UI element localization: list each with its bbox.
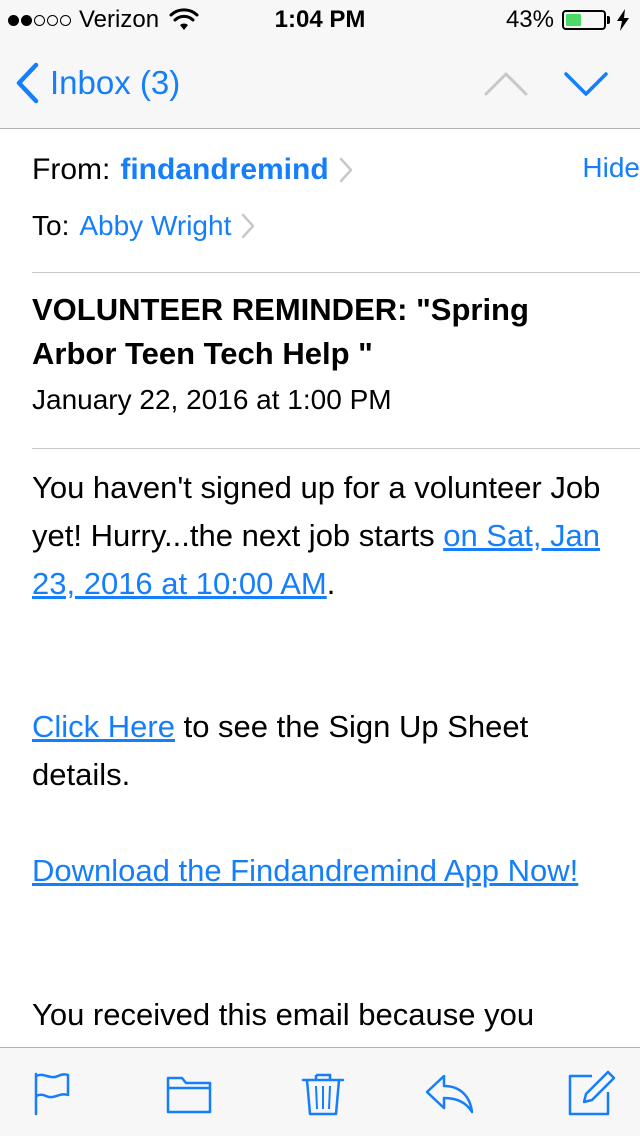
to-recipient-link[interactable]: Abby Wright bbox=[79, 210, 231, 242]
body-paragraph-1: You haven't signed up for a volunteer Jo… bbox=[32, 464, 612, 608]
chevron-down-icon[interactable] bbox=[564, 64, 608, 104]
from-row: From: findandremind bbox=[32, 150, 608, 190]
flag-icon[interactable] bbox=[30, 1070, 80, 1116]
body-paragraph-3: Download the Findandremind App Now! bbox=[32, 847, 612, 895]
divider bbox=[32, 448, 640, 449]
body-paragraph-2: Click Here to see the Sign Up Sheet deta… bbox=[32, 703, 612, 799]
hide-button[interactable]: Hide bbox=[582, 152, 640, 184]
trash-icon[interactable] bbox=[298, 1070, 348, 1116]
battery-icon bbox=[562, 10, 606, 30]
download-app-link[interactable]: Download the Findandremind App Now! bbox=[32, 853, 578, 888]
bottom-toolbar bbox=[0, 1047, 640, 1136]
folder-icon[interactable] bbox=[164, 1070, 214, 1116]
battery-nub bbox=[607, 16, 610, 24]
from-sender-link[interactable]: findandremind bbox=[120, 153, 328, 187]
charging-bolt-icon bbox=[617, 9, 629, 31]
divider bbox=[32, 272, 640, 273]
click-here-link[interactable]: Click Here bbox=[32, 709, 175, 744]
battery-percent: 43% bbox=[505, 6, 554, 33]
nav-bar: Inbox (3) bbox=[0, 40, 640, 129]
chevron-right-icon bbox=[242, 213, 255, 239]
body-paragraph-4: You received this email because you bbox=[32, 991, 612, 1039]
from-label: From: bbox=[32, 153, 111, 186]
back-label: Inbox (3) bbox=[50, 64, 181, 101]
chevron-left-icon bbox=[16, 62, 39, 104]
body-text: . bbox=[326, 566, 336, 601]
to-row: To: Abby Wright bbox=[32, 206, 255, 246]
to-label: To: bbox=[32, 210, 70, 241]
battery-fill bbox=[566, 14, 582, 26]
reply-icon[interactable] bbox=[424, 1070, 474, 1116]
email-date: January 22, 2016 at 1:00 PM bbox=[32, 384, 392, 415]
chevron-up-icon[interactable] bbox=[484, 64, 528, 104]
status-right: 43% bbox=[506, 6, 630, 34]
status-bar: Verizon 1:04 PM 43% bbox=[0, 0, 640, 40]
body-text: You received this email because you bbox=[32, 997, 535, 1032]
compose-icon[interactable] bbox=[566, 1070, 616, 1116]
chevron-right-icon bbox=[339, 157, 352, 183]
email-subject: VOLUNTEER REMINDER: "Spring Arbor Teen T… bbox=[32, 292, 529, 371]
back-to-inbox-button[interactable]: Inbox (3) bbox=[14, 62, 180, 104]
